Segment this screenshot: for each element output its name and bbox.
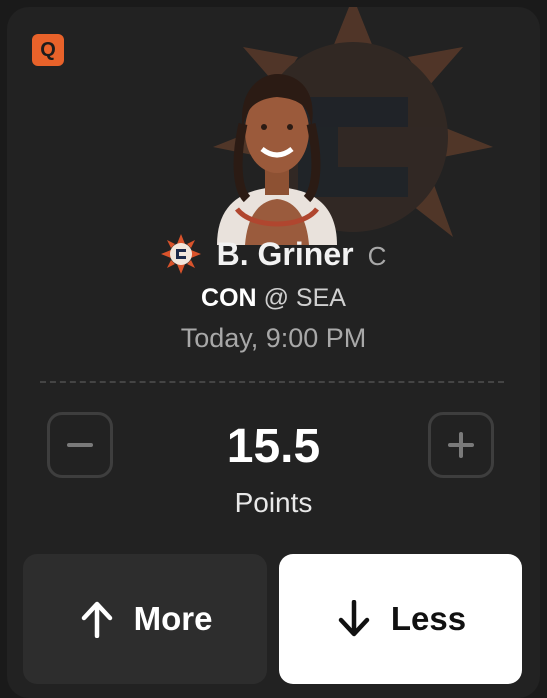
divider: [40, 381, 504, 383]
stat-type-label: Points: [234, 487, 313, 518]
more-button[interactable]: More: [23, 554, 267, 684]
increase-line-button[interactable]: [428, 412, 494, 478]
less-button[interactable]: Less: [279, 554, 522, 684]
sun-team-logo-icon: [160, 234, 201, 274]
matchup-separator: @: [263, 284, 289, 312]
prop-card: Q B. Griner C CON @ SEA Today, 9:00 PM 1…: [7, 7, 540, 698]
less-button-label: Less: [390, 600, 467, 637]
player-info-row: B. Griner C: [7, 229, 540, 279]
player-name: B. Griner: [216, 235, 354, 272]
game-time: Today, 9:00 PM: [180, 323, 367, 353]
opponent-abbr: SEA: [295, 284, 346, 312]
arrow-down-icon: [338, 600, 370, 637]
plus-icon: [448, 432, 474, 458]
quick-pick-badge: Q: [32, 34, 64, 66]
more-button-label: More: [133, 600, 213, 637]
player-headshot-image: [217, 74, 337, 245]
arrow-up-icon: [81, 601, 112, 638]
player-position: C: [367, 240, 387, 271]
matchup: CON @ SEA: [7, 284, 540, 313]
team-abbr: CON: [201, 284, 257, 312]
